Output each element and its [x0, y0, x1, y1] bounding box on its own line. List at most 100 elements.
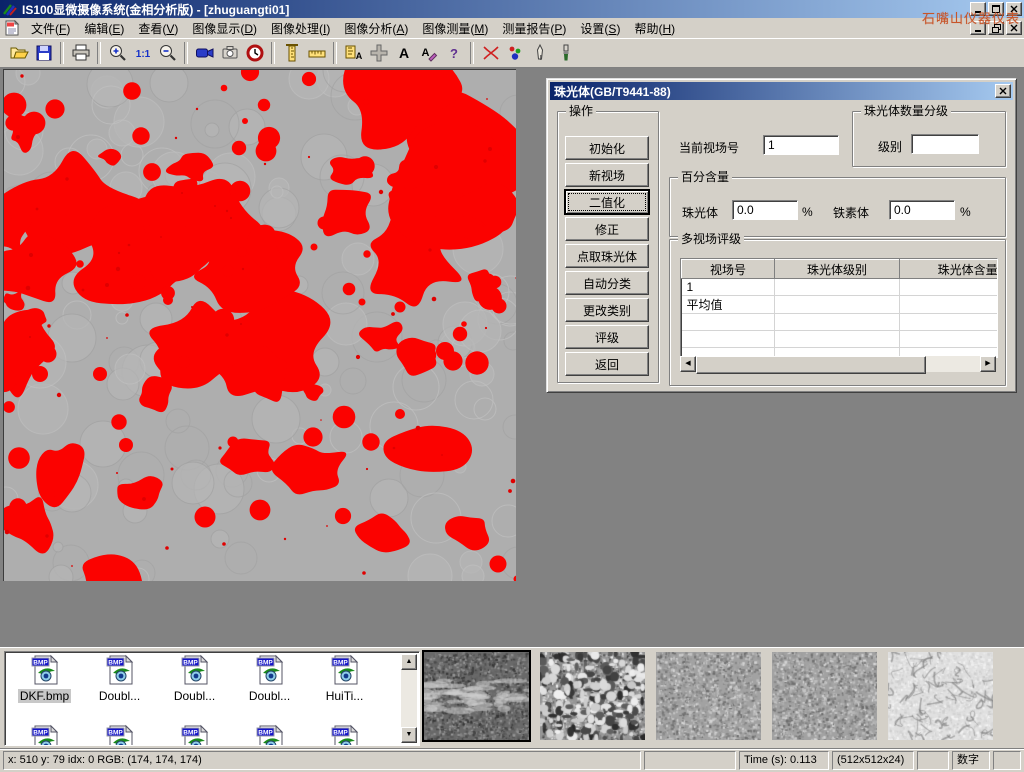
- table-row[interactable]: [682, 314, 999, 331]
- svg-text:BMP: BMP: [333, 730, 348, 737]
- file-vscrollbar[interactable]: ▲ ▼: [401, 654, 417, 743]
- current-field-input[interactable]: [763, 135, 839, 155]
- thumb-2[interactable]: [540, 652, 645, 740]
- file-item[interactable]: BMP: [307, 724, 382, 746]
- zoom-out-icon[interactable]: [155, 41, 180, 65]
- file-item[interactable]: BMP: [157, 724, 232, 746]
- file-item[interactable]: BMP: [82, 724, 157, 746]
- help-icon[interactable]: ?: [441, 41, 466, 65]
- title-bar[interactable]: IS100显微摄像系统(金相分析版) - [zhuguangti01]: [0, 0, 1024, 18]
- menu-e[interactable]: 编辑(E): [77, 20, 131, 38]
- dialog-title: 珠光体(GB/T9441-88): [554, 83, 671, 100]
- init-button[interactable]: 初始化: [565, 136, 649, 160]
- file-item[interactable]: BMP Doubl...: [232, 654, 307, 703]
- return-button[interactable]: 返回: [565, 352, 649, 376]
- clock-icon[interactable]: [242, 41, 267, 65]
- toolbar-separator: [470, 42, 474, 64]
- brush-icon[interactable]: [553, 41, 578, 65]
- ruler-icon[interactable]: [304, 41, 329, 65]
- dialog-close-button[interactable]: [995, 84, 1011, 98]
- thumb-1[interactable]: [424, 652, 529, 740]
- toolbar-separator: [60, 42, 64, 64]
- zoom-in-icon[interactable]: [105, 41, 130, 65]
- rating-table[interactable]: 视场号珠光体级别珠光体含量(%)铁素体含量(%)10.0平均值0.0: [680, 258, 998, 358]
- video-camera-icon[interactable]: [192, 41, 217, 65]
- file-item[interactable]: BMPHuiTi...: [307, 654, 382, 703]
- pick-pearlite-button[interactable]: 点取珠光体: [565, 244, 649, 268]
- save-icon[interactable]: [31, 41, 56, 65]
- metallograph-image[interactable]: [3, 69, 516, 581]
- auto-classify-button[interactable]: 自动分类: [565, 271, 649, 295]
- measure-text-icon[interactable]: A: [341, 41, 366, 65]
- caliper-icon[interactable]: [279, 41, 304, 65]
- file-name: Doubl...: [247, 689, 292, 703]
- text-icon[interactable]: A: [391, 41, 416, 65]
- menu-m[interactable]: 图像测量(M): [415, 20, 495, 38]
- file-item[interactable]: BMPDoubl...: [157, 654, 232, 703]
- picker-pen-icon[interactable]: [528, 41, 553, 65]
- menu-v[interactable]: 查看(V): [131, 20, 185, 38]
- one-to-one-icon[interactable]: 1:1: [130, 41, 155, 65]
- vendor-watermark: 石嘴山仪器仪表: [922, 8, 1020, 27]
- grade-input[interactable]: [911, 134, 979, 154]
- svg-text:A: A: [421, 47, 429, 59]
- menu-i[interactable]: 图像处理(I): [264, 20, 337, 38]
- svg-text:BMP: BMP: [258, 660, 273, 667]
- table-hscrollbar[interactable]: ◀ ▶: [680, 356, 996, 372]
- menu-f[interactable]: 文件(F): [24, 20, 77, 38]
- open-icon[interactable]: [6, 41, 31, 65]
- pearlite-percent-input[interactable]: [732, 200, 798, 220]
- pearlite-percent-sign: %: [802, 205, 813, 219]
- menu-a[interactable]: 图像分析(A): [337, 20, 415, 38]
- table-row[interactable]: 平均值0.0: [682, 296, 999, 314]
- thumb-5[interactable]: [888, 652, 993, 740]
- correct-button[interactable]: 修正: [565, 217, 649, 241]
- blank-panel-2: [917, 751, 949, 770]
- mdi-client-area: 珠光体(GB/T9441-88) 操作 初始化新视场二值化修正点取珠光体自动分类…: [0, 68, 1024, 647]
- col-header[interactable]: 视场号: [682, 260, 775, 279]
- grid-icon[interactable]: [366, 41, 391, 65]
- annotate-icon[interactable]: A: [416, 41, 441, 65]
- rate-button[interactable]: 评级: [565, 325, 649, 349]
- col-header[interactable]: 珠光体级别: [775, 260, 900, 279]
- document-icon[interactable]: [4, 20, 20, 36]
- scroll-down-button[interactable]: ▼: [401, 727, 417, 743]
- curve-tool-icon[interactable]: [478, 41, 503, 65]
- svg-text:BMP: BMP: [183, 730, 198, 737]
- file-item[interactable]: BMP: [232, 724, 307, 746]
- scroll-up-button[interactable]: ▲: [401, 654, 417, 670]
- menu-bar: 文件(F)编辑(E)查看(V)图像显示(D)图像处理(I)图像分析(A)图像测量…: [0, 18, 1024, 39]
- scroll-thumb[interactable]: [696, 356, 926, 374]
- particles-icon[interactable]: [503, 41, 528, 65]
- scroll-right-button[interactable]: ▶: [980, 356, 996, 372]
- file-item[interactable]: BMP: [7, 724, 82, 746]
- app-window: { "window": { "title": "IS100显微摄像系统(金相分析…: [0, 0, 1024, 768]
- new-field-button[interactable]: 新视场: [565, 163, 649, 187]
- menu-s[interactable]: 设置(S): [573, 20, 627, 38]
- file-name: Doubl...: [97, 689, 142, 703]
- svg-text:1:1: 1:1: [135, 49, 150, 60]
- menu-items: 文件(F)编辑(E)查看(V)图像显示(D)图像处理(I)图像分析(A)图像测量…: [24, 20, 682, 37]
- ferrite-label: 铁素体: [833, 204, 869, 221]
- scroll-left-button[interactable]: ◀: [680, 356, 696, 372]
- camera-icon[interactable]: [217, 41, 242, 65]
- change-class-button[interactable]: 更改类别: [565, 298, 649, 322]
- table-row[interactable]: [682, 331, 999, 348]
- toolbar-separator: [271, 42, 275, 64]
- table-row[interactable]: 10.0: [682, 279, 999, 296]
- file-item[interactable]: BMPDoubl...: [82, 654, 157, 703]
- toolbar-separator: [333, 42, 337, 64]
- binarize-button[interactable]: 二值化: [565, 190, 649, 214]
- blank-panel-3: [993, 751, 1021, 770]
- ferrite-percent-input[interactable]: [889, 200, 955, 220]
- file-item[interactable]: BMPDKF.bmp: [7, 654, 82, 703]
- operation-group-label: 操作: [566, 104, 596, 118]
- col-header[interactable]: 珠光体含量(%): [900, 260, 999, 279]
- dialog-title-bar[interactable]: 珠光体(GB/T9441-88): [550, 82, 1013, 100]
- menu-p[interactable]: 测量报告(P): [495, 20, 573, 38]
- menu-h[interactable]: 帮助(H): [627, 20, 682, 38]
- thumb-4[interactable]: [772, 652, 877, 740]
- thumb-3[interactable]: [656, 652, 761, 740]
- print-icon[interactable]: [68, 41, 93, 65]
- menu-d[interactable]: 图像显示(D): [185, 20, 264, 38]
